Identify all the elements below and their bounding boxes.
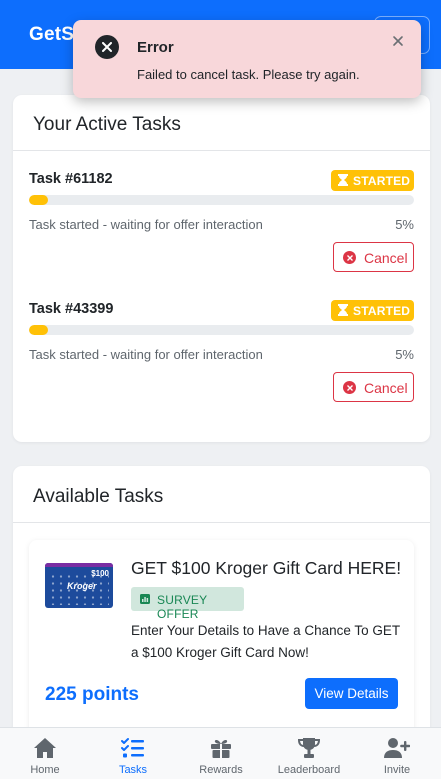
gift-icon	[211, 739, 231, 758]
card-divider	[13, 150, 430, 151]
nav-label: Tasks	[118, 764, 148, 776]
task-progress-bar	[29, 195, 414, 205]
offer-points: 225 points	[45, 684, 139, 705]
task-item: Task #43399 STARTED Task started - waiti…	[29, 300, 414, 415]
trophy-icon	[297, 738, 321, 758]
bottom-navigation: Home Tasks Rewards Leaderboard Invite	[0, 727, 441, 779]
task-progress-percent: 5%	[395, 347, 414, 362]
task-id: Task #61182	[29, 171, 113, 187]
task-id: Task #43399	[29, 301, 114, 317]
nav-item-rewards[interactable]: Rewards	[177, 728, 265, 779]
nav-item-home[interactable]: Home	[1, 728, 89, 779]
task-progress-percent: 5%	[395, 217, 414, 232]
cancel-task-button[interactable]: Cancel	[333, 372, 414, 402]
offer-title: GET $100 Kroger Gift Card HERE!	[131, 558, 402, 578]
available-tasks-title: Available Tasks	[33, 486, 164, 507]
status-badge-label: STARTED	[353, 304, 411, 318]
nav-item-leaderboard[interactable]: Leaderboard	[265, 728, 353, 779]
nav-label: Home	[30, 764, 60, 776]
chart-icon	[140, 594, 150, 604]
cancel-label: Cancel	[364, 250, 408, 266]
hourglass-icon	[338, 174, 348, 186]
nav-item-invite[interactable]: Invite	[353, 728, 441, 779]
nav-label: Rewards	[199, 764, 243, 776]
toast-title: Error	[137, 39, 174, 56]
active-tasks-title: Your Active Tasks	[33, 114, 181, 135]
task-status-text: Task started - waiting for offer interac…	[29, 217, 263, 232]
cancel-circle-icon	[343, 251, 356, 264]
cancel-task-button[interactable]: Cancel	[333, 242, 414, 272]
home-icon	[34, 738, 56, 758]
task-progress-bar	[29, 325, 414, 335]
nav-label: Leaderboard	[277, 764, 341, 776]
view-details-button[interactable]: View Details	[305, 678, 398, 709]
nav-item-tasks[interactable]: Tasks	[89, 728, 177, 779]
status-badge: STARTED	[331, 300, 414, 321]
error-circle-icon	[95, 35, 119, 59]
task-progress-fill	[29, 195, 49, 205]
task-status-text: Task started - waiting for offer interac…	[29, 347, 263, 362]
toast-message: Failed to cancel task. Please try again.	[137, 67, 360, 82]
offer-type-label: SURVEY OFFER	[157, 593, 208, 621]
brand-logo[interactable]: GetS	[29, 24, 74, 46]
offer-description: Enter Your Details to Have a Chance To G…	[131, 623, 400, 660]
offer-type-badge: SURVEY OFFER	[131, 587, 244, 621]
gift-card-stripe	[45, 563, 113, 567]
gift-card-amount: $100	[91, 569, 109, 578]
cancel-label: Cancel	[364, 380, 408, 396]
active-tasks-card: Your Active Tasks Task #61182 STARTED Ta…	[13, 95, 430, 442]
error-toast: Error Failed to cancel task. Please try …	[73, 20, 421, 98]
tasks-icon	[121, 738, 144, 758]
task-item: Task #61182 STARTED Task started - waiti…	[29, 170, 414, 285]
gift-card-image: $100 Kroger	[45, 563, 113, 608]
user-plus-icon	[384, 738, 410, 758]
card-divider	[13, 522, 430, 523]
cancel-circle-icon	[343, 381, 356, 394]
gift-card-brand: Kroger	[67, 581, 97, 591]
hourglass-icon	[338, 304, 348, 316]
task-progress-fill	[29, 325, 49, 335]
status-badge-label: STARTED	[353, 174, 411, 188]
status-badge: STARTED	[331, 170, 414, 191]
close-icon[interactable]	[391, 34, 405, 48]
nav-label: Invite	[383, 764, 411, 776]
